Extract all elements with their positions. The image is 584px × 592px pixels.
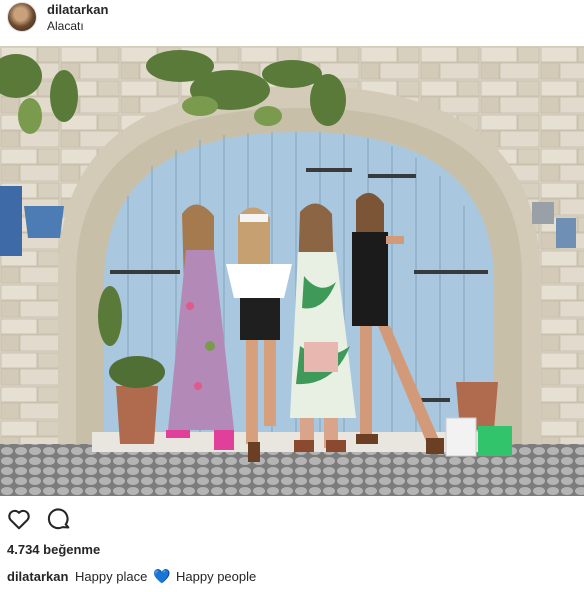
- likes-count[interactable]: 4.734 beğenme: [7, 542, 100, 557]
- post-actions: [0, 506, 584, 534]
- caption-username[interactable]: dilatarkan: [7, 569, 68, 584]
- post-location[interactable]: Alacatı: [47, 19, 84, 33]
- post-header: dilatarkan Alacatı: [0, 0, 584, 46]
- post-username[interactable]: dilatarkan: [47, 2, 108, 17]
- photo-illustration: [0, 46, 584, 496]
- avatar[interactable]: [7, 2, 37, 32]
- caption-text-after: Happy people: [176, 569, 257, 584]
- comment-bubble-icon[interactable]: [46, 506, 72, 532]
- post-caption: dilatarkan Happy place 💙 Happy people: [7, 568, 256, 585]
- caption-text-before: Happy place: [75, 569, 148, 584]
- heart-outline-icon[interactable]: [6, 506, 32, 532]
- post-photo[interactable]: [0, 46, 584, 496]
- blue-heart-emoji: 💙: [152, 568, 171, 584]
